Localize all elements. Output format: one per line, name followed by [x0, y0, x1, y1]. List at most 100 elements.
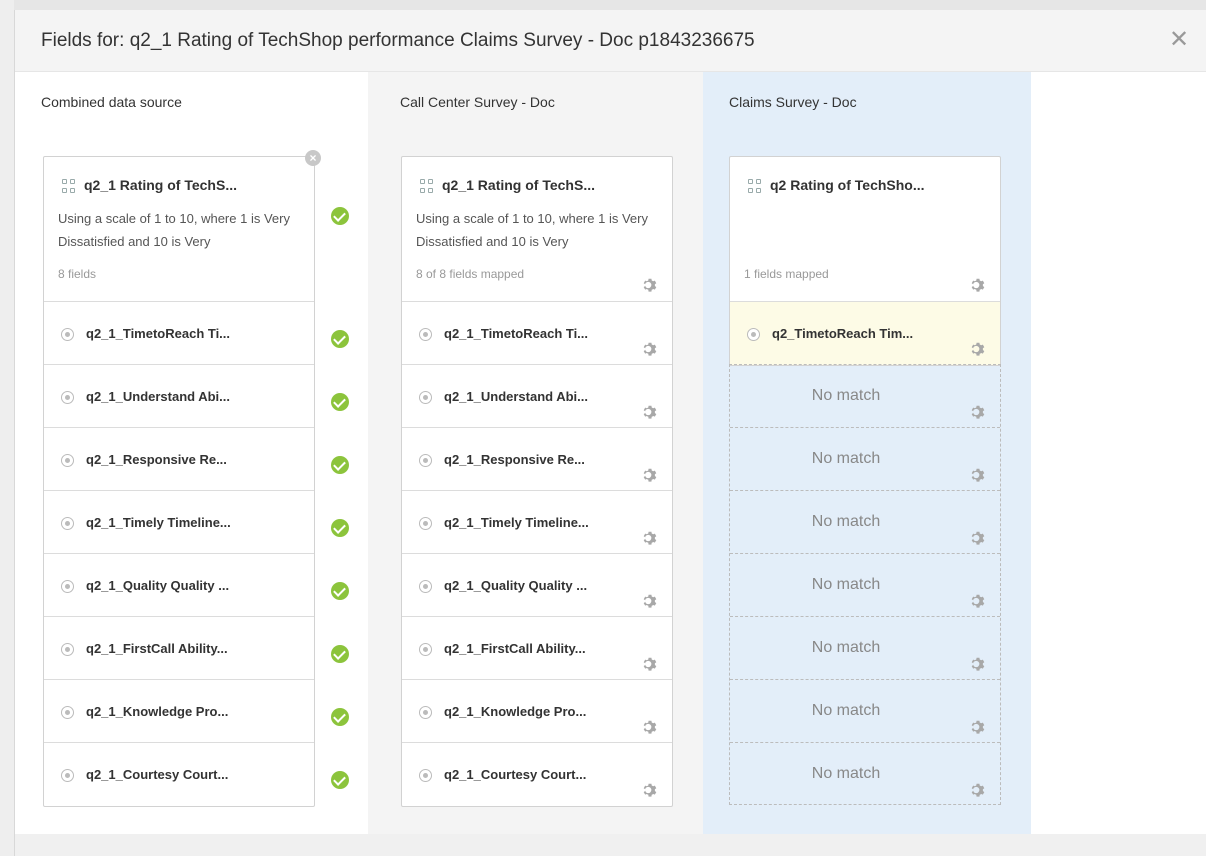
radio-icon [419, 517, 432, 530]
radio-icon [419, 580, 432, 593]
gear-icon[interactable] [969, 529, 987, 547]
no-match-slot[interactable]: No match [730, 680, 1000, 743]
no-match-label: No match [811, 576, 881, 593]
field-row[interactable]: q2_1_Understand Abi... [44, 365, 314, 428]
gear-icon[interactable] [969, 781, 987, 799]
field-label: q2_1_FirstCall Ability... [444, 641, 586, 656]
field-label: q2_1_TimetoReach Ti... [444, 326, 589, 341]
check-circle-icon [331, 582, 349, 600]
check-circle-icon [331, 645, 349, 663]
field-row[interactable]: q2_1_Quality Quality ... [402, 554, 672, 617]
field-label: q2_1_Courtesy Court... [444, 767, 587, 782]
field-label: q2_1_Understand Abi... [86, 389, 230, 404]
radio-icon [61, 454, 74, 467]
no-match-label: No match [811, 387, 881, 404]
window-top-edge [0, 0, 1206, 10]
no-match-slot[interactable]: No match [730, 491, 1000, 554]
dialog-title: Fields for: q2_1 Rating of TechShop perf… [41, 30, 755, 51]
gear-icon[interactable] [641, 276, 659, 294]
no-match-slot[interactable]: No match [730, 554, 1000, 617]
no-match-label: No match [811, 639, 881, 656]
field-row[interactable]: q2_1_Timely Timeline... [402, 491, 672, 554]
check-circle-icon [331, 207, 349, 225]
field-label: q2_TimetoReach Tim... [772, 326, 914, 341]
field-label: q2_1_Quality Quality ... [444, 578, 588, 593]
no-match-label: No match [811, 513, 881, 530]
field-group-card: q2 Rating of TechSho... 1 fields mapped … [729, 156, 1001, 366]
radio-icon [61, 328, 74, 341]
field-row[interactable]: q2_1_FirstCall Ability... [44, 617, 314, 680]
group-title: q2_1 Rating of TechS... [84, 177, 237, 193]
radio-icon [419, 391, 432, 404]
gear-icon[interactable] [641, 781, 659, 799]
radio-icon [61, 706, 74, 719]
no-match-slot[interactable]: No match [730, 743, 1000, 806]
check-circle-icon [331, 771, 349, 789]
close-icon[interactable]: ✕ [1167, 28, 1191, 52]
field-label: q2_1_Responsive Re... [444, 452, 585, 467]
radio-icon [419, 328, 432, 341]
check-circle-icon [331, 456, 349, 474]
group-mapped-count: 8 of 8 fields mapped [416, 267, 525, 281]
column-header: Combined data source [41, 94, 182, 110]
gear-icon[interactable] [969, 655, 987, 673]
no-match-label: No match [811, 450, 881, 467]
group-field-count: 8 fields [58, 267, 97, 281]
field-row[interactable]: q2_1_Quality Quality ... [44, 554, 314, 617]
group-description: Using a scale of 1 to 10, where 1 is Ver… [416, 211, 648, 249]
radio-icon [61, 517, 74, 530]
radio-icon [419, 706, 432, 719]
field-label: q2_1_Responsive Re... [86, 452, 227, 467]
fields-dialog: Fields for: q2_1 Rating of TechShop perf… [14, 10, 1206, 856]
gear-icon[interactable] [641, 466, 659, 484]
grid-icon [420, 179, 434, 193]
field-row[interactable]: q2_1_TimetoReach Ti... [402, 302, 672, 365]
field-row[interactable]: q2_1_Understand Abi... [402, 365, 672, 428]
no-match-slot[interactable]: No match [730, 428, 1000, 491]
field-row[interactable]: q2_1_TimetoReach Ti... [44, 302, 314, 365]
group-description: Using a scale of 1 to 10, where 1 is Ver… [58, 211, 290, 249]
group-title: q2_1 Rating of TechS... [442, 177, 595, 193]
gear-icon[interactable] [969, 403, 987, 421]
gear-icon[interactable] [969, 466, 987, 484]
field-label: q2_1_Knowledge Pro... [444, 704, 587, 719]
gear-icon[interactable] [641, 403, 659, 421]
field-group-card: q2_1 Rating of TechS... Using a scale of… [43, 156, 315, 807]
radio-icon [61, 769, 74, 782]
gear-icon[interactable] [641, 592, 659, 610]
field-row[interactable]: q2_TimetoReach Tim... [730, 302, 1000, 365]
field-row[interactable]: q2_1_Knowledge Pro... [44, 680, 314, 743]
check-circle-icon [331, 330, 349, 348]
gear-icon[interactable] [641, 529, 659, 547]
no-match-slot[interactable]: No match [730, 365, 1000, 428]
no-match-list: No match No match No match No match No m… [729, 364, 1001, 805]
gear-icon[interactable] [969, 276, 987, 294]
gear-icon[interactable] [969, 340, 987, 358]
field-row[interactable]: q2_1_Responsive Re... [402, 428, 672, 491]
remove-icon[interactable]: × [305, 150, 321, 166]
radio-icon [419, 643, 432, 656]
group-header[interactable]: q2 Rating of TechSho... 1 fields mapped [730, 157, 1000, 302]
grid-icon [748, 179, 762, 193]
gear-icon[interactable] [641, 718, 659, 736]
field-row[interactable]: q2_1_Courtesy Court... [44, 743, 314, 806]
field-row[interactable]: q2_1_Knowledge Pro... [402, 680, 672, 743]
field-row[interactable]: q2_1_Timely Timeline... [44, 491, 314, 554]
field-row[interactable]: q2_1_Courtesy Court... [402, 743, 672, 806]
window-left-edge [0, 0, 14, 856]
radio-icon [61, 391, 74, 404]
grid-icon [62, 179, 76, 193]
group-header[interactable]: q2_1 Rating of TechS... Using a scale of… [402, 157, 672, 302]
dialog-header: Fields for: q2_1 Rating of TechShop perf… [15, 10, 1206, 72]
group-title: q2 Rating of TechSho... [770, 177, 925, 193]
gear-icon[interactable] [641, 655, 659, 673]
group-header[interactable]: q2_1 Rating of TechS... Using a scale of… [44, 157, 314, 302]
gear-icon[interactable] [969, 718, 987, 736]
dialog-footer [15, 834, 1206, 856]
gear-icon[interactable] [969, 592, 987, 610]
field-row[interactable]: q2_1_FirstCall Ability... [402, 617, 672, 680]
gear-icon[interactable] [641, 340, 659, 358]
field-row[interactable]: q2_1_Responsive Re... [44, 428, 314, 491]
no-match-slot[interactable]: No match [730, 617, 1000, 680]
field-label: q2_1_Knowledge Pro... [86, 704, 229, 719]
